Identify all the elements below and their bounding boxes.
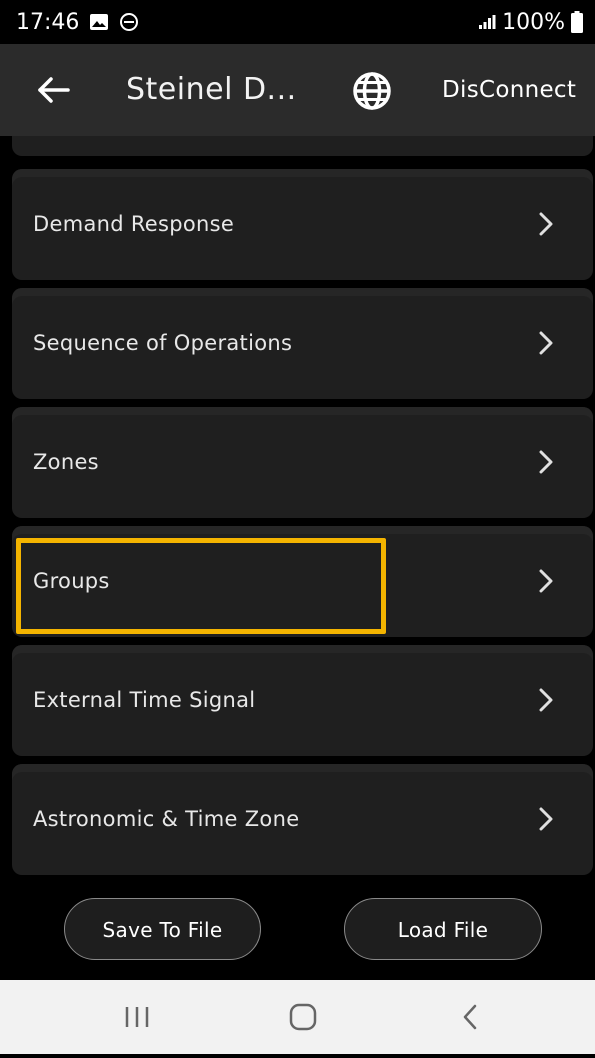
settings-menu-list[interactable]: Demand Response Sequence of Operations Z… — [0, 136, 595, 880]
menu-item-label: Sequence of Operations — [33, 331, 293, 355]
image-icon — [90, 14, 109, 30]
home-button[interactable] — [263, 980, 343, 1054]
back-nav-button[interactable] — [430, 980, 510, 1054]
menu-item-partial[interactable] — [12, 136, 593, 156]
menu-item-label: Zones — [33, 450, 99, 474]
menu-item-label: Demand Response — [33, 212, 235, 236]
recent-apps-icon — [125, 1007, 149, 1027]
back-arrow-icon — [38, 77, 70, 103]
signal-icon — [479, 15, 496, 29]
menu-item-label: Astronomic & Time Zone — [33, 807, 300, 831]
battery-percent: 100% — [502, 9, 565, 35]
chevron-right-icon — [539, 807, 553, 831]
system-nav-bar — [0, 980, 595, 1054]
chevron-right-icon — [539, 450, 553, 474]
disconnect-button[interactable]: DisConnect — [442, 44, 576, 136]
status-bar: 17:46 100% — [0, 0, 595, 44]
bottom-actions: Save To File Load File — [0, 880, 595, 980]
menu-item-astronomic-time-zone[interactable]: Astronomic & Time Zone — [12, 764, 593, 875]
app-bar: Steinel D... DisConnect — [0, 44, 595, 136]
status-left: 17:46 — [16, 10, 139, 35]
status-right: 100% — [478, 10, 583, 35]
menu-item-external-time-signal[interactable]: External Time Signal — [12, 645, 593, 756]
globe-icon — [353, 72, 391, 110]
back-button[interactable] — [34, 72, 74, 108]
save-to-file-button[interactable]: Save To File — [64, 898, 261, 960]
recent-apps-button[interactable] — [97, 980, 177, 1054]
load-file-button[interactable]: Load File — [344, 898, 542, 960]
page-title: Steinel D... — [126, 72, 297, 107]
menu-item-demand-response[interactable]: Demand Response — [12, 169, 593, 280]
chevron-right-icon — [539, 569, 553, 593]
status-time: 17:46 — [16, 9, 80, 35]
back-nav-icon — [463, 1004, 477, 1030]
language-button[interactable] — [352, 71, 392, 111]
chevron-right-icon — [539, 331, 553, 355]
home-icon — [289, 1003, 317, 1031]
menu-item-label: External Time Signal — [33, 688, 256, 712]
chevron-right-icon — [539, 688, 553, 712]
menu-item-zones[interactable]: Zones — [12, 407, 593, 518]
battery-icon — [571, 11, 583, 33]
do-not-disturb-icon — [120, 13, 139, 31]
menu-item-groups[interactable]: Groups — [12, 526, 593, 637]
menu-item-sequence-of-operations[interactable]: Sequence of Operations — [12, 288, 593, 399]
chevron-right-icon — [539, 212, 553, 236]
menu-item-label: Groups — [33, 569, 110, 593]
